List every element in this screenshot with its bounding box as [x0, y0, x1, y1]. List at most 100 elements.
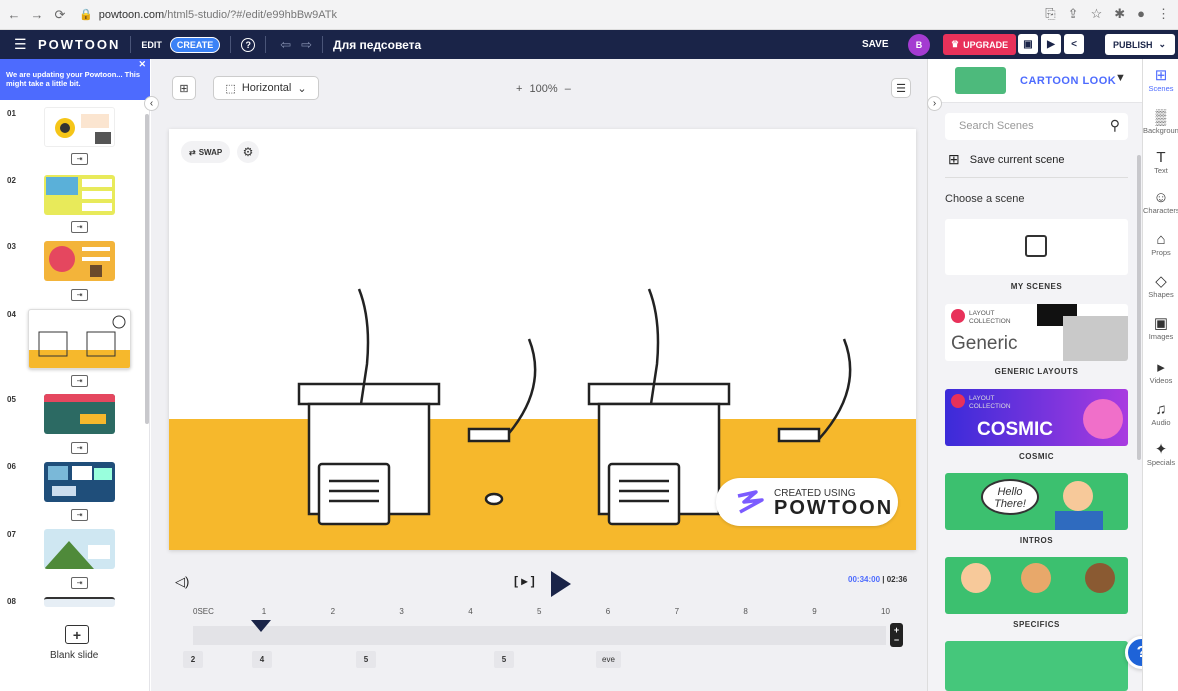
rail-item-props[interactable]: ⌂ Props — [1143, 231, 1178, 257]
zoom-in-icon[interactable]: + — [516, 83, 522, 95]
look-selector[interactable]: CARTOON LOOK ▼ — [928, 59, 1143, 103]
intros-card[interactable]: Hello There! — [945, 473, 1128, 530]
blank-slide-label: Blank slide — [50, 650, 99, 661]
zoom-out-icon[interactable]: – — [565, 83, 571, 95]
update-notice: ✕ We are updating your Powtoon... This m… — [0, 59, 150, 100]
collapse-right-panel-icon[interactable]: › — [927, 96, 942, 111]
translate-icon[interactable]: ⎘ — [1045, 6, 1055, 22]
slide-thumbnail[interactable] — [44, 597, 115, 607]
volume-icon[interactable]: ◁) — [175, 574, 189, 590]
slide-number: 07 — [7, 530, 16, 539]
slide-duration[interactable]: 2 — [183, 651, 203, 668]
avatar[interactable]: B — [908, 34, 930, 56]
close-icon[interactable]: ✕ — [138, 60, 146, 69]
powtoon-watermark-badge: CREATED USING POWTOON — [716, 478, 898, 526]
timeline-zoom-control[interactable]: + − — [890, 623, 903, 647]
help-icon[interactable]: ? — [241, 37, 256, 52]
time-readout: 00:34:00 | 02:36 — [848, 575, 908, 584]
insert-slide-icon[interactable]: ⇥ — [71, 442, 88, 454]
reload-icon[interactable]: ⟳ — [51, 7, 69, 23]
play-preview-icon[interactable]: ▶ — [1041, 34, 1061, 54]
collapse-left-panel-icon[interactable]: ‹ — [144, 96, 159, 111]
add-blank-slide-button[interactable]: + — [65, 625, 89, 644]
save-current-scene-button[interactable]: ⊞ Save current scene — [948, 151, 1065, 168]
publish-button[interactable]: PUBLISH ⌄ — [1105, 34, 1175, 55]
browser-menu-icon[interactable]: ⋮ — [1157, 6, 1170, 22]
preview-screen-icon[interactable]: ▣ — [1018, 34, 1038, 54]
rail-item-images[interactable]: ▣ Images — [1143, 315, 1178, 341]
grid-icon[interactable]: ⊞ — [172, 76, 196, 100]
slide-thumbnail[interactable] — [44, 462, 115, 502]
insert-slide-icon[interactable]: ⇥ — [71, 221, 88, 233]
browser-actions: ⎘ ⇪ ☆ ✱ ● ⋮ — [1045, 6, 1170, 22]
search-icon[interactable]: ⚲ — [1110, 117, 1120, 134]
slide-thumbnail[interactable] — [44, 107, 115, 147]
text-icon: T — [1156, 149, 1166, 166]
undo-icon[interactable]: ⇦ — [280, 37, 291, 53]
insert-slide-icon[interactable]: ⇥ — [71, 289, 88, 301]
playhead-marker[interactable] — [251, 620, 271, 632]
share-icon[interactable]: ⇪ — [1068, 6, 1079, 22]
insert-slide-icon[interactable]: ⇥ — [71, 577, 88, 589]
slides-scrollbar[interactable] — [145, 114, 149, 424]
hamburger-menu-icon[interactable]: ☰ — [14, 36, 28, 53]
slide-thumbnail-selected[interactable] — [28, 309, 131, 369]
rail-item-audio[interactable]: ♫ Audio — [1143, 401, 1178, 427]
rail-item-backgrounds[interactable]: ▒Backgrounds — [1143, 109, 1178, 135]
insert-slide-icon[interactable]: ⇥ — [71, 509, 88, 521]
profile-icon[interactable]: ● — [1137, 6, 1145, 22]
slide-preview-graphic — [44, 394, 115, 424]
forward-icon[interactable]: → — [28, 7, 46, 22]
upgrade-button[interactable]: ♛ UPGRADE — [943, 34, 1017, 55]
slide-thumbnail[interactable] — [44, 175, 115, 215]
slide-thumbnail[interactable] — [44, 529, 115, 569]
generic-layouts-card[interactable]: LAYOUT COLLECTION Generic — [945, 304, 1128, 361]
address-bar[interactable]: 🔒 powtoon.com/html5-studio/?#/edit/e99hb… — [79, 8, 337, 22]
slide-thumbnail[interactable] — [44, 241, 115, 281]
rail-item-shapes[interactable]: ◇ Shapes — [1143, 273, 1178, 299]
insert-slide-icon[interactable]: ⇥ — [71, 375, 88, 387]
timeline-track[interactable] — [193, 626, 886, 645]
more-scenes-card[interactable] — [945, 641, 1128, 691]
rail-item-characters[interactable]: ☺ Characters — [1143, 189, 1178, 215]
slide-duration[interactable]: 5 — [356, 651, 376, 668]
rail-item-videos[interactable]: ▸ Videos — [1143, 359, 1178, 385]
collection-icon — [951, 394, 965, 408]
share-icon[interactable]: < — [1064, 34, 1084, 54]
card-label: INTROS — [1019, 536, 1054, 545]
slide-duration[interactable]: 4 — [252, 651, 272, 668]
insert-slide-icon[interactable]: ⇥ — [71, 153, 88, 165]
back-icon[interactable]: ← — [5, 7, 23, 22]
play-from-here-icon[interactable]: [ ▸ ] — [514, 574, 535, 588]
rail-label: Backgrounds — [1143, 126, 1178, 135]
play-button[interactable] — [551, 571, 571, 597]
divider — [322, 36, 324, 53]
slide-duration[interactable]: 5 — [494, 651, 514, 668]
edit-mode-button[interactable]: EDIT — [141, 40, 162, 50]
notes-icon[interactable]: ☰ — [891, 78, 911, 98]
rail-item-text[interactable]: T Text — [1143, 149, 1178, 175]
timeline-tick-label: 10 — [881, 607, 890, 616]
specifics-card[interactable] — [945, 557, 1128, 614]
slide-thumbnail[interactable] — [44, 394, 115, 434]
swap-scene-button[interactable]: ⇄ SWAP — [181, 141, 231, 163]
scene-settings-gear-icon[interactable]: ⚙ — [237, 141, 259, 163]
slide-duration[interactable]: eve — [596, 651, 621, 668]
my-scenes-card[interactable] — [945, 219, 1128, 275]
rail-item-specials[interactable]: ✦ Specials — [1143, 441, 1178, 467]
rail-item-scenes[interactable]: ⊞ Scenes — [1143, 67, 1178, 93]
redo-icon[interactable]: ⇨ — [301, 37, 312, 53]
cosmic-card[interactable]: LAYOUT COLLECTION COSMIC — [945, 389, 1128, 446]
speech-bubble: Hello There! — [981, 479, 1039, 515]
extensions-icon[interactable]: ✱ — [1114, 6, 1125, 22]
search-scenes-input[interactable]: Search Scenes ⚲ — [945, 113, 1128, 140]
scene-canvas[interactable]: ⇄ SWAP ⚙ CREATED USING POWTOON — [169, 129, 916, 550]
shapes-icon: ◇ — [1155, 273, 1167, 290]
library-scrollbar[interactable] — [1137, 155, 1141, 460]
create-mode-button[interactable]: CREATE — [169, 36, 221, 53]
star-icon[interactable]: ☆ — [1091, 6, 1103, 22]
slide-number: 05 — [7, 395, 16, 404]
save-button[interactable]: SAVE — [862, 39, 889, 50]
orientation-select[interactable]: ⬚ Horizontal ⌄ — [213, 76, 319, 100]
presentation-title[interactable]: Для педсовета — [333, 38, 421, 52]
